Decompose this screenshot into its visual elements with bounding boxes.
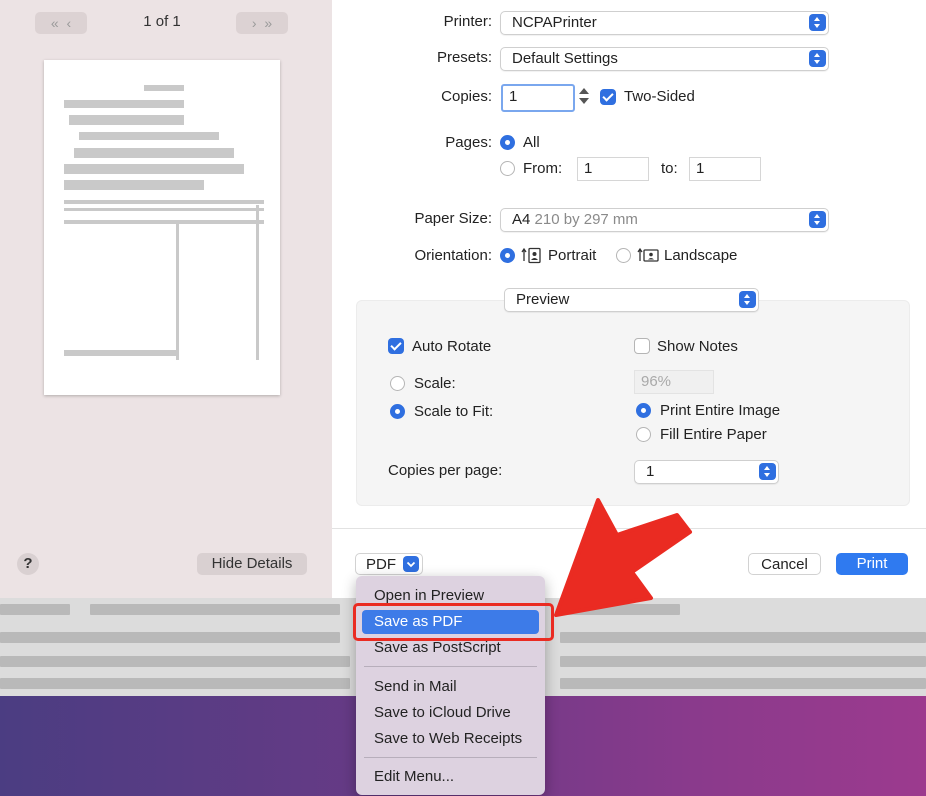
- annotation-arrow-icon: [554, 498, 692, 617]
